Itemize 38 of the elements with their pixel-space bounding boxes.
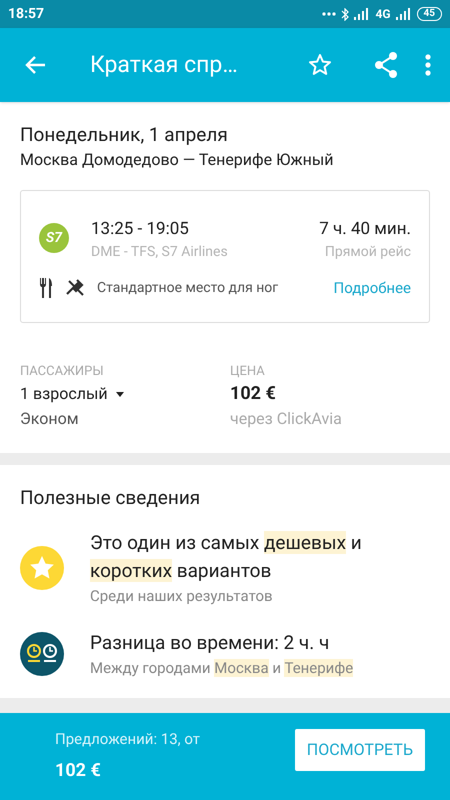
dropdown-caret-icon: [116, 392, 124, 396]
info-subtitle: Среди наших результатов: [90, 586, 274, 607]
star-badge-icon: [20, 546, 64, 590]
clocks-icon: [20, 632, 64, 676]
screen-title: Краткая спр…: [90, 50, 238, 80]
info-title: Разница во времени: 2 ч. ч: [90, 630, 330, 656]
signal-icon: [396, 8, 412, 20]
bluetooth-icon: [341, 8, 350, 20]
trip-date: Понедельник, 1 апреля: [20, 122, 229, 148]
cabin-class: Эконом: [20, 408, 80, 430]
section-title: Полезные сведения: [20, 485, 202, 511]
star-outline-icon: [308, 53, 332, 77]
footer-price: 102 €: [55, 758, 102, 782]
flight-duration: 7 ч. 40 мин.: [319, 218, 411, 241]
airline-logo: S7: [39, 223, 69, 253]
info-title: Это один из самых дешевых и коротких вариантов: [90, 530, 363, 584]
price-label: ЦЕНА: [230, 363, 266, 381]
price-value: 102 €: [230, 382, 277, 406]
network-type: 4G: [375, 6, 391, 23]
more-dots-icon: [322, 12, 336, 16]
back-arrow-icon: [24, 55, 46, 75]
signal-icon: [354, 8, 370, 20]
battery-level: 45: [416, 7, 442, 21]
trip-route: Москва Домодедово — Тенерифе Южный: [20, 149, 335, 171]
fork-knife-icon: [39, 278, 53, 298]
flight-details: DME - TFS, S7 Airlines: [91, 243, 229, 262]
offers-count: Предложений: 13, от: [55, 728, 200, 750]
passengers-label: ПАССАЖИРЫ: [20, 363, 105, 381]
flight-card[interactable]: S7 13:25 - 19:05 DME - TFS, S7 Airlines 7 ч. 40 мин. Прямой рейс Стандартное место для ног Подробнее: [20, 190, 430, 323]
share-icon: [374, 52, 398, 78]
price-source: через ClickAvia: [230, 408, 343, 430]
status-time: 18:57: [8, 4, 44, 24]
info-subtitle: Между городами Москва и Тенерифе: [90, 658, 354, 679]
flight-type: Прямой рейс: [324, 243, 411, 262]
passengers-dropdown[interactable]: 1 взрослый: [20, 381, 124, 407]
menu-dots-icon: [425, 54, 431, 76]
amenities-text: Стандартное место для ног: [97, 278, 278, 298]
flight-times: 13:25 - 19:05: [91, 218, 190, 241]
